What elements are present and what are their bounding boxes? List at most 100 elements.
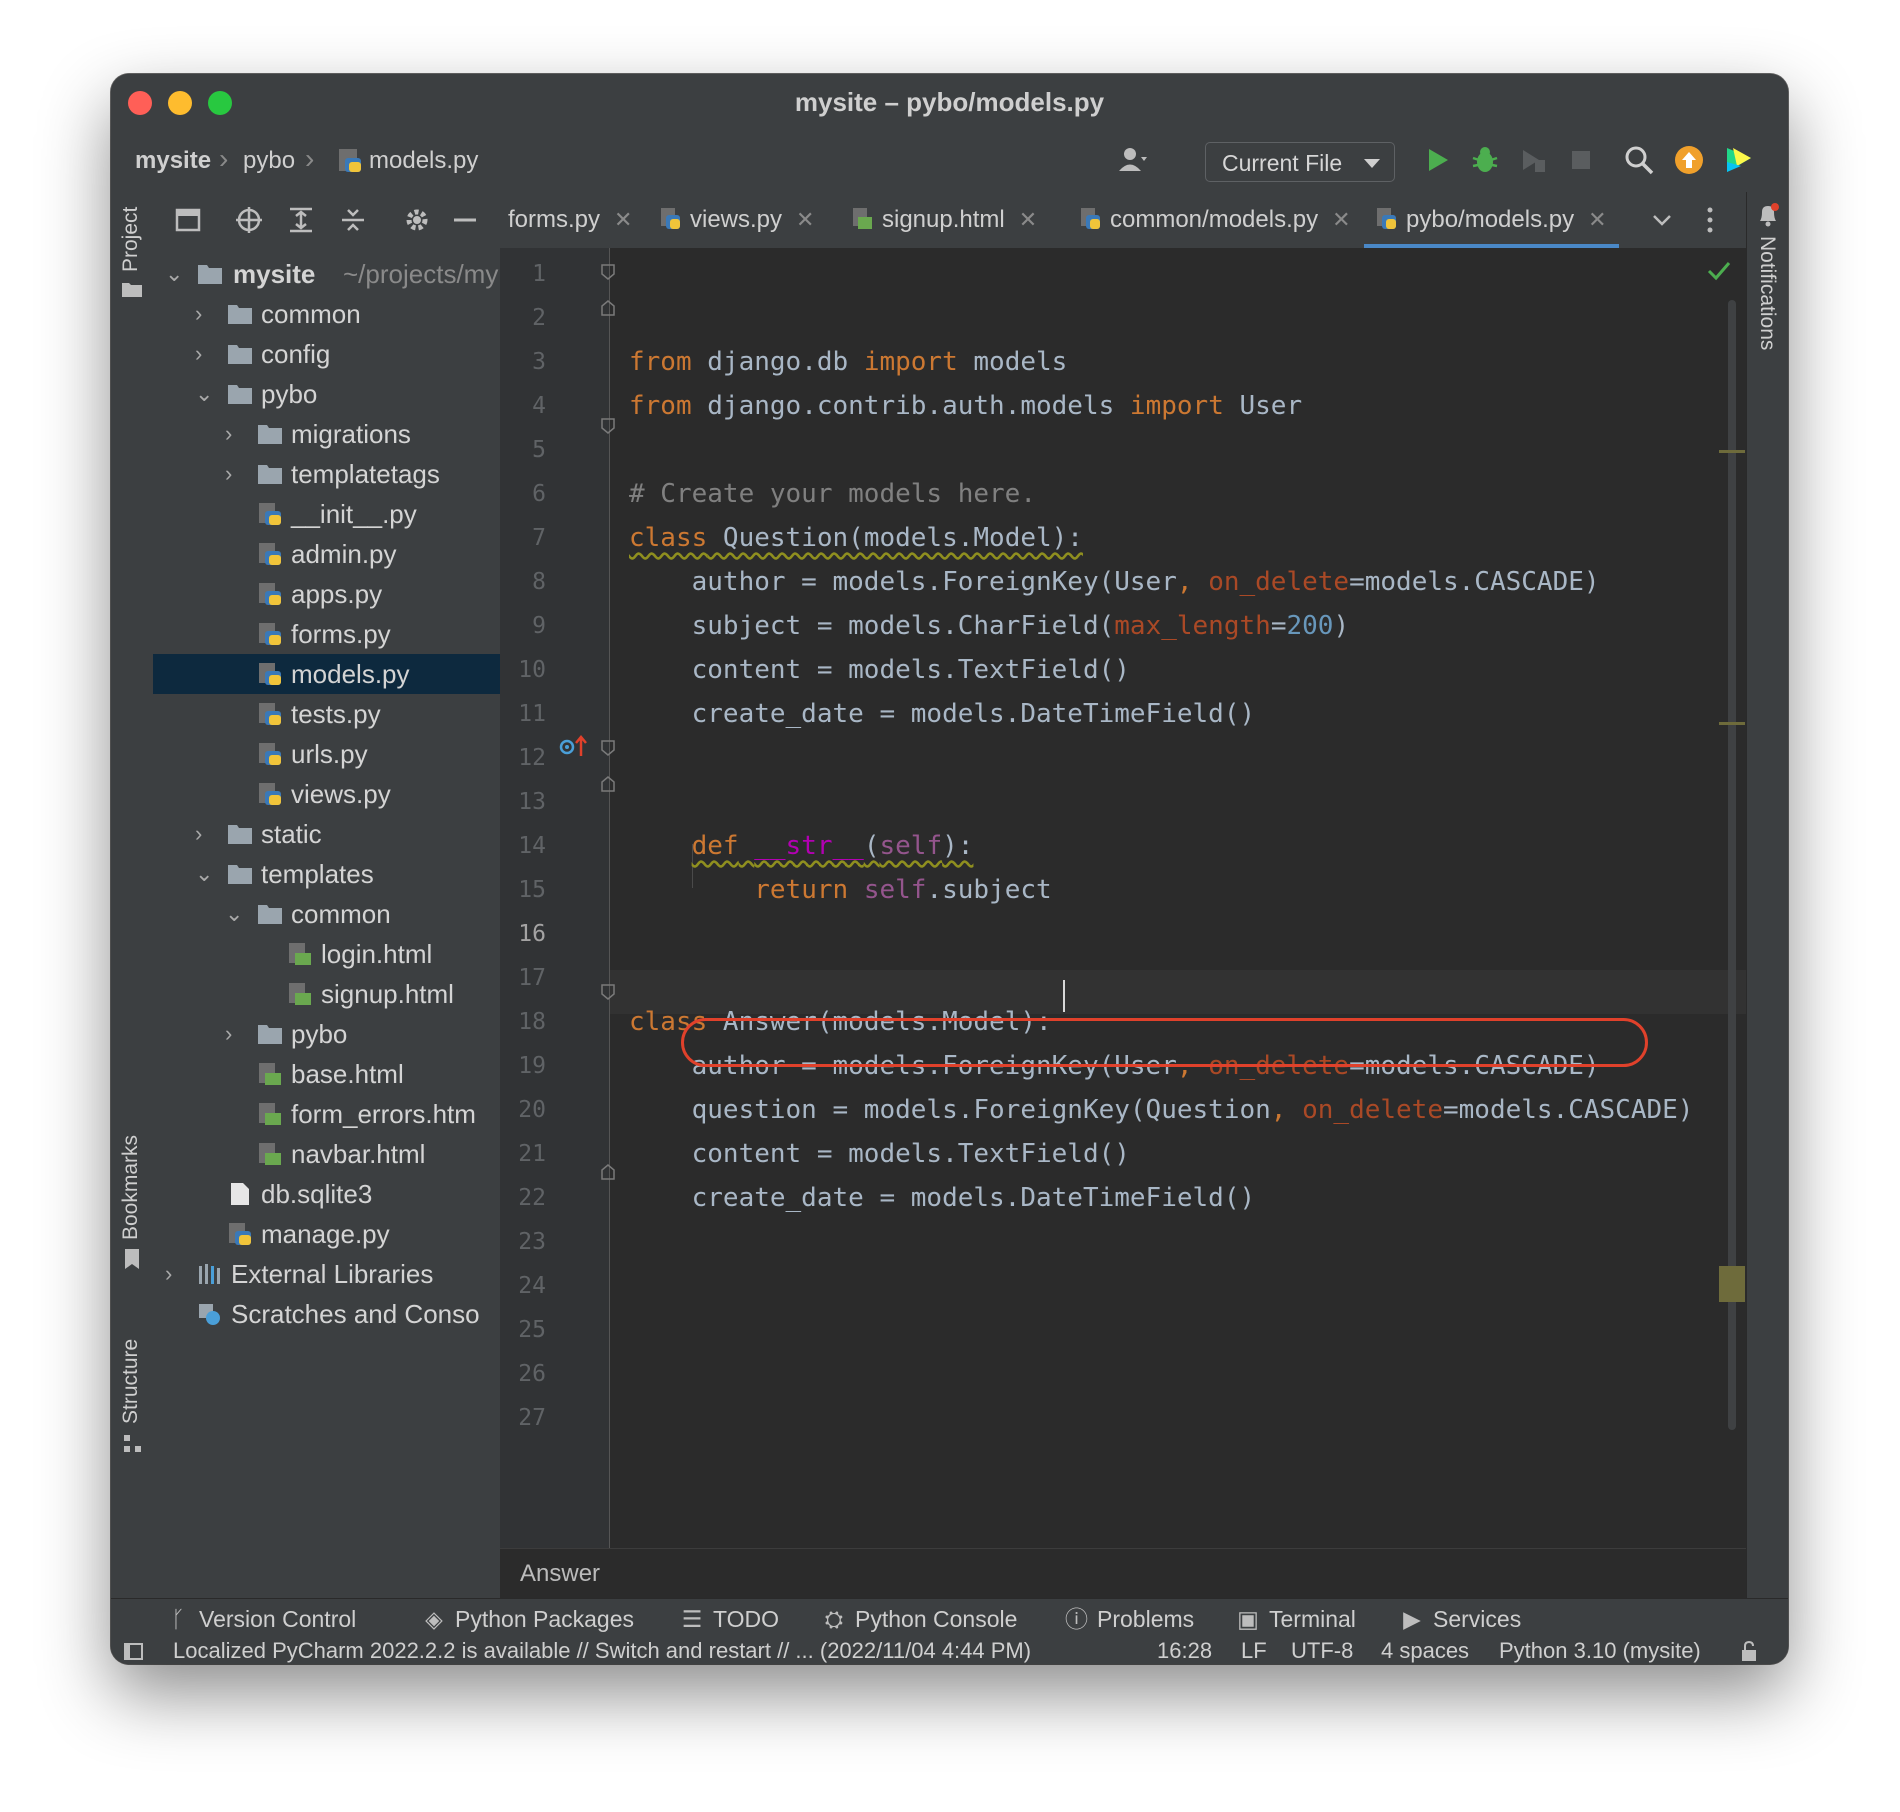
tree-root[interactable]: ⌄ mysite ~/projects/my — [153, 254, 500, 294]
fold-marker-icon[interactable] — [601, 300, 615, 316]
close-icon[interactable]: ✕ — [1019, 207, 1037, 232]
line-number[interactable]: 27 — [500, 1396, 546, 1440]
expand-all-icon[interactable] — [287, 206, 315, 234]
line-number[interactable]: 14 — [500, 824, 546, 868]
line-number[interactable]: 12 — [500, 736, 546, 780]
line-number[interactable]: 10 — [500, 648, 546, 692]
close-window-button[interactable] — [128, 91, 152, 115]
run-configuration-select[interactable]: Current File — [1205, 142, 1395, 182]
locate-icon[interactable] — [235, 206, 263, 234]
more-vertical-icon[interactable] — [1704, 206, 1716, 234]
python-console-tab[interactable]: ⛭ Python Console — [823, 1599, 1018, 1639]
line-number[interactable]: 15 — [500, 868, 546, 912]
breadcrumb-class[interactable]: Answer — [520, 1560, 600, 1587]
problems-tab[interactable]: ⓘ Problems — [1065, 1599, 1194, 1639]
line-number[interactable]: 9 — [500, 604, 546, 648]
tree-item[interactable]: db.sqlite3 — [153, 1174, 500, 1214]
chevron-down-icon[interactable]: ⌄ — [195, 374, 215, 414]
line-number[interactable]: 11 — [500, 692, 546, 736]
tree-item[interactable]: signup.html — [153, 974, 500, 1014]
unlock-icon[interactable] — [1739, 1640, 1761, 1662]
tree-item[interactable]: __init__.py — [153, 494, 500, 534]
update-icon[interactable] — [1673, 144, 1705, 176]
line-number[interactable]: 20 — [500, 1088, 546, 1132]
project-tool-button[interactable]: Project — [119, 207, 143, 272]
status-message[interactable]: Localized PyCharm 2022.2.2 is available … — [173, 1638, 1031, 1664]
caret-position[interactable]: 16:28 — [1157, 1638, 1212, 1664]
tree-item[interactable]: › static — [153, 814, 500, 854]
python-interpreter[interactable]: Python 3.10 (mysite) — [1499, 1638, 1701, 1664]
tree-item[interactable]: ⌄ common — [153, 894, 500, 934]
coverage-icon[interactable] — [1517, 144, 1549, 176]
stop-icon[interactable] — [1565, 144, 1597, 176]
tab-pybo-models-py[interactable]: pybo/models.py ✕ — [1364, 192, 1619, 248]
tree-item[interactable]: tests.py — [153, 694, 500, 734]
tree-item[interactable]: ⌄ templates — [153, 854, 500, 894]
close-icon[interactable]: ✕ — [614, 207, 632, 232]
fold-marker-icon[interactable] — [601, 984, 615, 1000]
tree-item[interactable]: manage.py — [153, 1214, 500, 1254]
collapse-all-icon[interactable] — [339, 206, 367, 234]
tree-item[interactable]: form_errors.htm — [153, 1094, 500, 1134]
line-number[interactable]: 2 — [500, 296, 546, 340]
zoom-window-button[interactable] — [208, 91, 232, 115]
close-icon[interactable]: ✕ — [1332, 207, 1350, 232]
chevron-right-icon[interactable]: › — [225, 414, 245, 454]
terminal-tab[interactable]: ▣ Terminal — [1237, 1599, 1356, 1639]
tree-item[interactable]: Scratches and Conso — [153, 1294, 500, 1334]
line-number[interactable]: 24 — [500, 1264, 546, 1308]
chevron-down-icon[interactable] — [1650, 208, 1674, 232]
services-tab[interactable]: ▶ Services — [1401, 1599, 1521, 1639]
user-icon[interactable] — [1117, 144, 1149, 176]
tree-item[interactable]: views.py — [153, 774, 500, 814]
gear-icon[interactable] — [403, 206, 431, 234]
line-number[interactable]: 23 — [500, 1220, 546, 1264]
line-number[interactable]: 7 — [500, 516, 546, 560]
tree-item[interactable]: apps.py — [153, 574, 500, 614]
editor-breadcrumb[interactable]: Answer — [500, 1548, 1746, 1598]
line-number[interactable]: 18 — [500, 1000, 546, 1044]
line-number[interactable]: 5 — [500, 428, 546, 472]
fold-marker-icon[interactable] — [601, 418, 615, 434]
tab-forms-py[interactable]: forms.py ✕ — [508, 192, 632, 248]
run-icon[interactable] — [1421, 144, 1453, 176]
chevron-right-icon[interactable]: › — [165, 1254, 185, 1294]
tree-item[interactable]: urls.py — [153, 734, 500, 774]
chevron-right-icon[interactable]: › — [225, 454, 245, 494]
notification-bell-icon[interactable] — [1756, 202, 1780, 228]
line-number[interactable]: 1 — [500, 252, 546, 296]
breadcrumb-folder[interactable]: pybo — [243, 147, 295, 175]
line-number[interactable]: 25 — [500, 1308, 546, 1352]
tree-item[interactable]: › migrations — [153, 414, 500, 454]
fold-marker-icon[interactable] — [601, 776, 615, 792]
bookmarks-tool-button[interactable]: Bookmarks — [119, 1135, 143, 1240]
warning-marker[interactable] — [1719, 722, 1745, 725]
code-editor[interactable] — [610, 248, 1746, 1598]
version-control-tab[interactable]: ᚴ Version Control — [167, 1599, 356, 1639]
structure-tool-button[interactable]: Structure — [119, 1339, 143, 1424]
tree-item[interactable]: base.html — [153, 1054, 500, 1094]
close-icon[interactable]: ✕ — [1588, 207, 1606, 232]
python-packages-tab[interactable]: ◈ Python Packages — [423, 1599, 634, 1639]
line-number[interactable]: 21 — [500, 1132, 546, 1176]
tab-views-py[interactable]: views.py ✕ — [660, 192, 814, 248]
pycharm-logo-icon[interactable] — [1723, 144, 1755, 176]
tree-item[interactable]: › common — [153, 294, 500, 334]
chevron-down-icon[interactable]: ⌄ — [195, 854, 215, 894]
override-method-icon[interactable] — [559, 734, 589, 760]
close-icon[interactable]: ✕ — [796, 207, 814, 232]
tree-item[interactable]: › External Libraries — [153, 1254, 500, 1294]
minimize-window-button[interactable] — [168, 91, 192, 115]
tree-item[interactable]: login.html — [153, 934, 500, 974]
fold-marker-icon[interactable] — [601, 740, 615, 756]
tree-item[interactable]: › templatetags — [153, 454, 500, 494]
breadcrumb-project[interactable]: mysite — [135, 147, 211, 175]
file-encoding[interactable]: UTF-8 — [1291, 1638, 1353, 1664]
line-number[interactable]: 17 — [500, 956, 546, 1000]
search-icon[interactable] — [1623, 144, 1655, 176]
tree-item[interactable]: › pybo — [153, 1014, 500, 1054]
notifications-tool-button[interactable]: Notifications — [1755, 236, 1779, 350]
debug-icon[interactable] — [1469, 144, 1501, 176]
hide-panel-icon[interactable] — [451, 206, 479, 234]
line-separator[interactable]: LF — [1241, 1638, 1267, 1664]
